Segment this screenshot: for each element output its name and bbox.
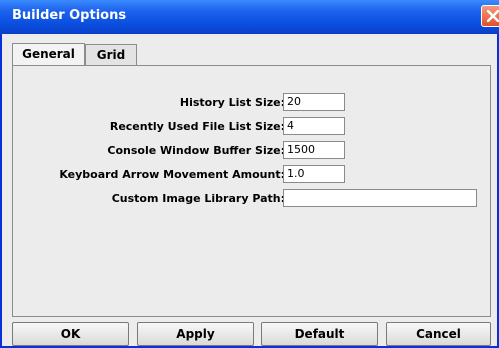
builder-options-dialog: Builder Options General Grid History Lis… — [0, 0, 499, 348]
title-bar[interactable]: Builder Options — [0, 0, 499, 34]
image-library-path-input[interactable] — [283, 189, 477, 207]
recent-files-size-input[interactable]: 4 — [283, 117, 345, 135]
tab-general[interactable]: General — [12, 43, 85, 66]
ok-button[interactable]: OK — [12, 322, 129, 346]
cancel-button[interactable]: Cancel — [386, 322, 491, 346]
image-library-path-row: Custom Image Library Path: — [13, 189, 492, 209]
default-button[interactable]: Default — [261, 322, 378, 346]
recent-files-size-label: Recently Used File List Size: — [109, 120, 285, 133]
history-list-size-row: History List Size: 20 — [13, 93, 492, 113]
close-icon — [487, 10, 499, 22]
history-list-size-label: History List Size: — [179, 96, 285, 109]
arrow-movement-input[interactable]: 1.0 — [283, 165, 345, 183]
console-buffer-size-input[interactable]: 1500 — [283, 141, 345, 159]
console-buffer-size-label: Console Window Buffer Size: — [107, 144, 285, 157]
console-buffer-size-row: Console Window Buffer Size: 1500 — [13, 141, 492, 161]
window-title: Builder Options — [12, 8, 127, 23]
arrow-movement-row: Keyboard Arrow Movement Amount: 1.0 — [13, 165, 492, 185]
image-library-path-label: Custom Image Library Path: — [111, 192, 285, 205]
apply-button[interactable]: Apply — [137, 322, 254, 346]
recent-files-size-row: Recently Used File List Size: 4 — [13, 117, 492, 137]
general-panel: History List Size: 20 Recently Used File… — [12, 65, 491, 317]
close-button[interactable] — [481, 5, 499, 27]
history-list-size-input[interactable]: 20 — [283, 93, 345, 111]
tab-grid[interactable]: Grid — [85, 44, 137, 65]
arrow-movement-label: Keyboard Arrow Movement Amount: — [59, 168, 285, 181]
